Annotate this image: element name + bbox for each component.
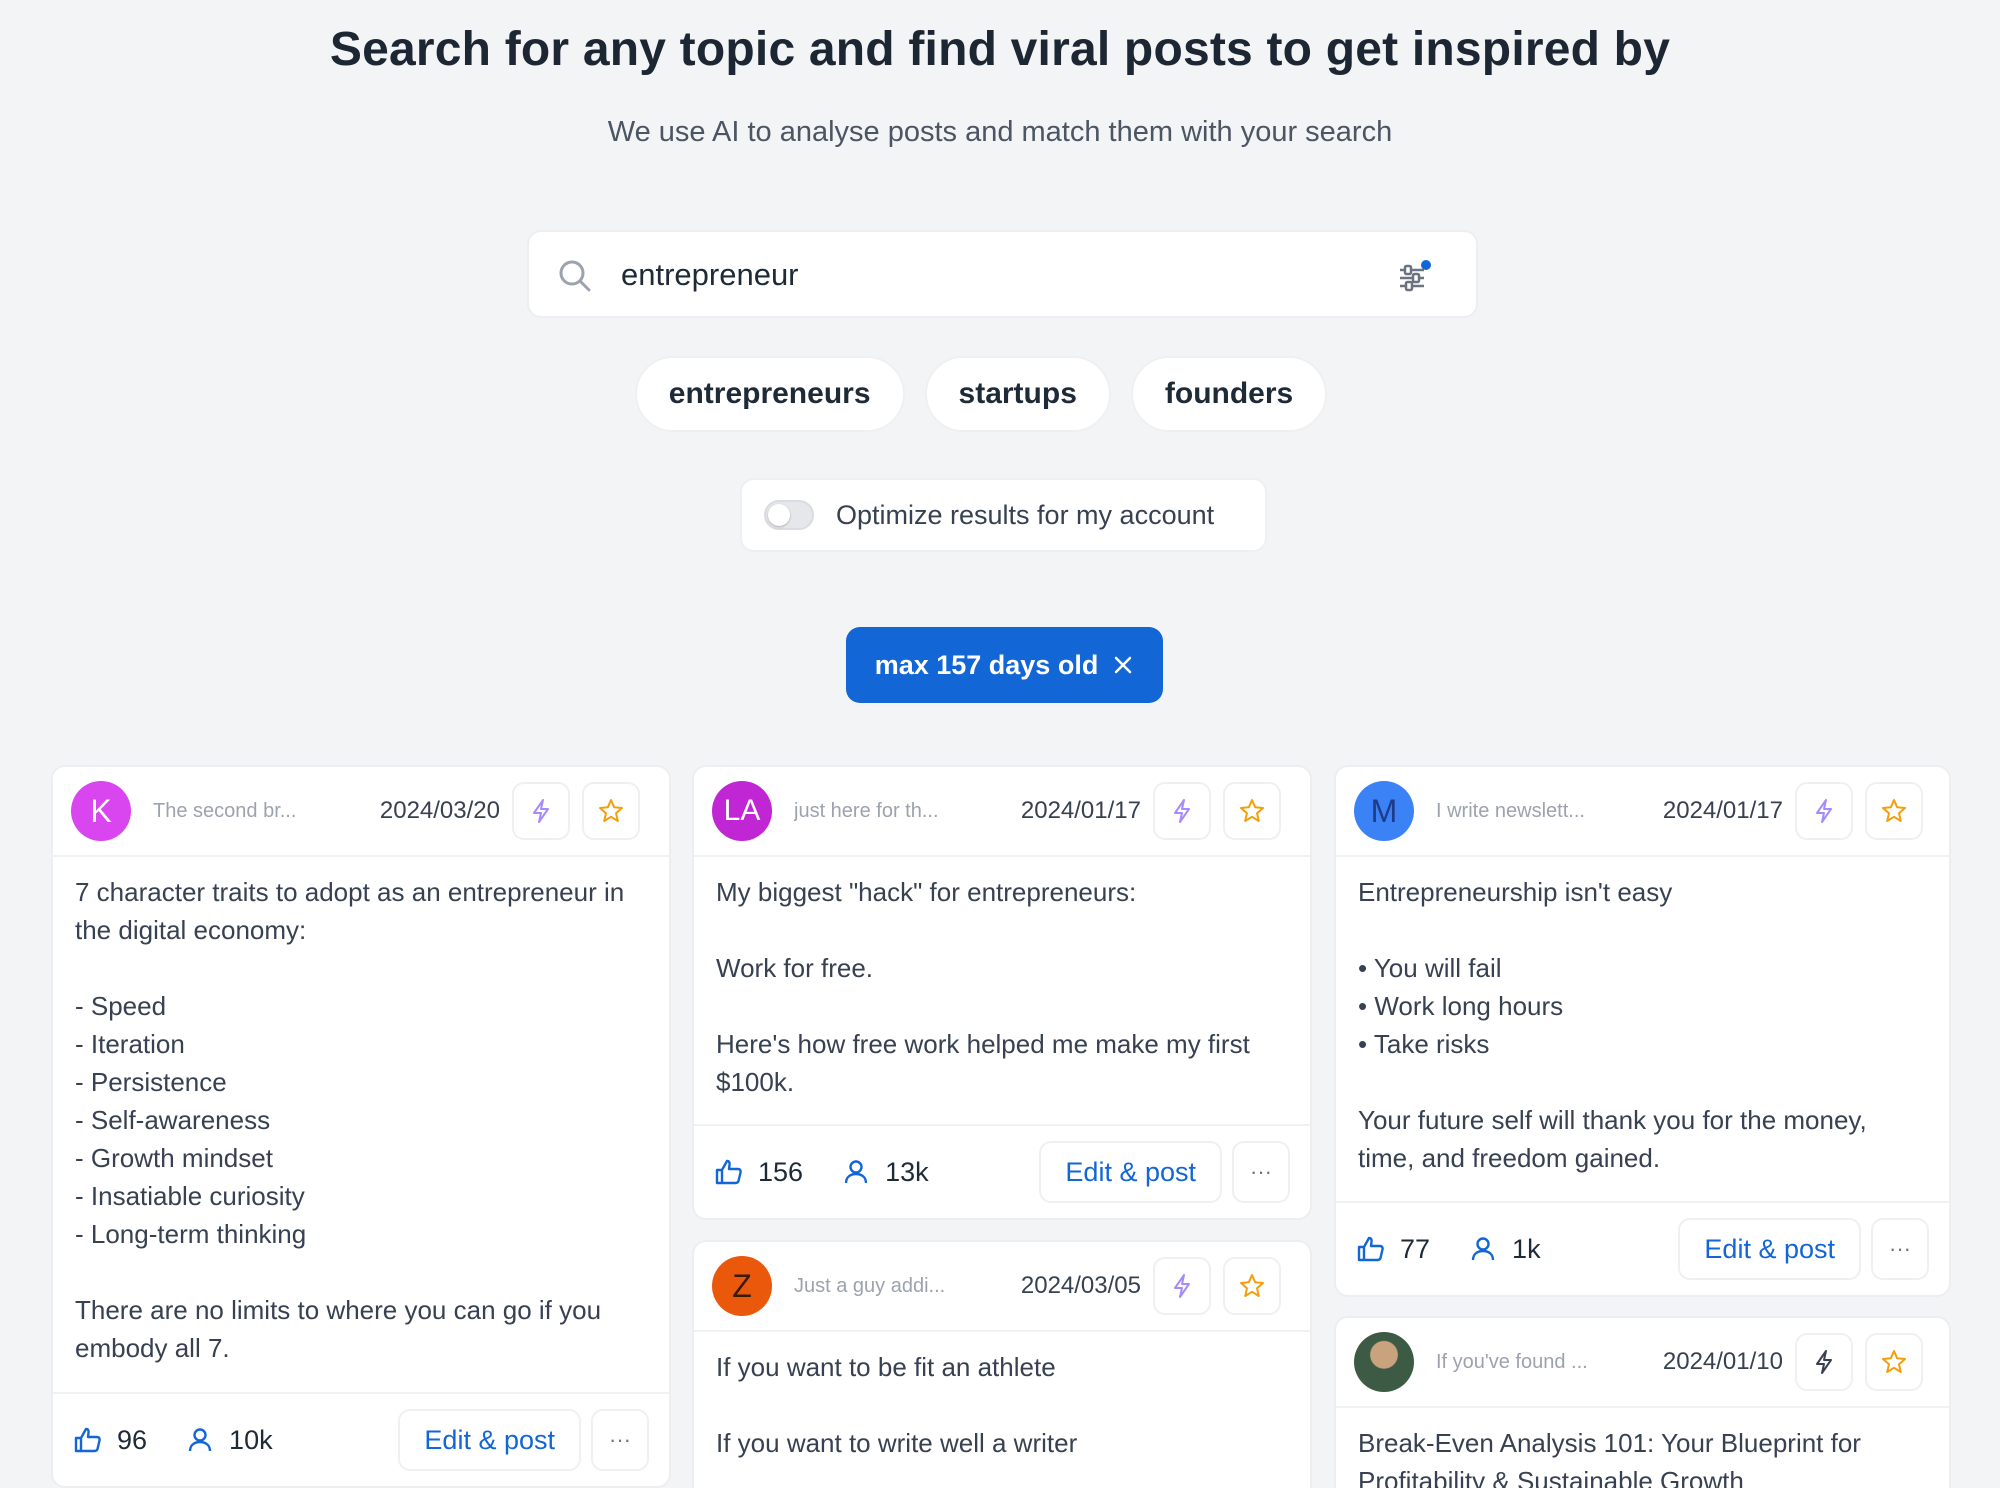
- post-date: 2024/03/05: [1020, 1272, 1141, 1299]
- avatar[interactable]: M: [1354, 781, 1414, 841]
- star-button[interactable]: [582, 782, 640, 840]
- thumbs-up-icon: [1357, 1236, 1384, 1262]
- lightning-icon: [1816, 1350, 1832, 1374]
- suggestion-chip-founders[interactable]: founders: [1130, 356, 1328, 432]
- star-button[interactable]: [1865, 782, 1923, 840]
- more-options-button[interactable]: ···: [1232, 1141, 1290, 1203]
- followers-stat: 10k: [185, 1425, 273, 1456]
- post-card-header: M I write newslett... 2024/01/17: [1336, 767, 1949, 857]
- lightning-icon: [1174, 799, 1190, 823]
- post-date: 2024/03/20: [379, 797, 500, 824]
- post-card-footer: 156 13k Edit & post ···: [694, 1124, 1310, 1218]
- likes-stat: 96: [73, 1425, 147, 1456]
- page-subtitle: We use AI to analyse posts and match the…: [607, 116, 1393, 148]
- lightning-button[interactable]: [1795, 1333, 1853, 1391]
- avatar[interactable]: Z: [712, 1256, 772, 1316]
- author-headline: I write newslett...: [1436, 799, 1585, 822]
- likes-stat: 77: [1356, 1234, 1430, 1265]
- star-icon: [1240, 799, 1264, 822]
- star-icon: [1882, 799, 1906, 822]
- post-text: 7 character traits to adopt as an entrep…: [75, 877, 625, 1363]
- lightning-button[interactable]: [1153, 1257, 1211, 1315]
- lightning-icon: [1816, 799, 1832, 823]
- star-icon: [1882, 1350, 1906, 1373]
- thumbs-up-icon: [715, 1159, 742, 1185]
- star-button[interactable]: [1865, 1333, 1923, 1391]
- user-icon: [188, 1428, 212, 1452]
- avatar-initials: K: [90, 792, 112, 829]
- post-text: Break-Even Analysis 101: Your Blueprint …: [1358, 1428, 1861, 1488]
- avatar[interactable]: LA: [712, 781, 772, 841]
- star-button[interactable]: [1223, 782, 1281, 840]
- edit-and-post-button[interactable]: Edit & post: [398, 1409, 581, 1471]
- user-icon: [1471, 1237, 1495, 1261]
- post-text: Entrepreneurship isn't easy • You will f…: [1358, 877, 1867, 1173]
- thumbs-up-icon: [74, 1427, 101, 1453]
- active-filter-pill[interactable]: max 157 days old: [846, 627, 1163, 703]
- post-card-footer: 96 10k Edit & post ···: [53, 1392, 669, 1486]
- post-card[interactable]: M I write newslett... 2024/01/17 Entrepr…: [1334, 765, 1951, 1297]
- lightning-icon: [533, 799, 549, 823]
- author-headline: The second br...: [153, 799, 297, 822]
- followers-count: 13k: [885, 1156, 929, 1187]
- likes-count: 77: [1400, 1233, 1431, 1264]
- user-icon: [844, 1160, 868, 1184]
- more-options-button[interactable]: ···: [1871, 1218, 1929, 1280]
- lightning-button[interactable]: [512, 782, 570, 840]
- post-card-header: If you've found ... 2024/01/10: [1336, 1318, 1949, 1408]
- post-card[interactable]: Z Just a guy addi... 2024/03/05 If you w…: [692, 1240, 1312, 1488]
- likes-count: 96: [117, 1424, 148, 1455]
- author-headline: Just a guy addi...: [794, 1274, 946, 1297]
- avatar[interactable]: [1354, 1332, 1414, 1392]
- lightning-button[interactable]: [1153, 782, 1211, 840]
- post-card-header: K The second br... 2024/03/20: [53, 767, 669, 857]
- post-card[interactable]: K The second br... 2024/03/20 7 characte…: [51, 765, 671, 1488]
- avatar-initials: Z: [732, 1267, 752, 1304]
- post-card[interactable]: If you've found ... 2024/01/10 Break-Eve…: [1334, 1316, 1951, 1488]
- post-date: 2024/01/17: [1020, 797, 1141, 824]
- optimize-toggle-row: Optimize results for my account: [740, 478, 1267, 552]
- post-date: 2024/01/17: [1662, 797, 1783, 824]
- search-bar: [527, 230, 1478, 318]
- suggestion-chip-entrepreneurs[interactable]: entrepreneurs: [634, 356, 905, 432]
- post-card-footer: 77 1k Edit & post ···: [1336, 1201, 1949, 1295]
- author-headline: If you've found ...: [1436, 1350, 1588, 1373]
- optimize-toggle[interactable]: [764, 500, 814, 530]
- filter-settings-icon[interactable]: [1396, 260, 1432, 294]
- star-icon: [1240, 1274, 1264, 1297]
- active-filter-label: max 157 days old: [874, 649, 1099, 680]
- post-card-header: Z Just a guy addi... 2024/03/05: [694, 1242, 1310, 1332]
- avatar[interactable]: K: [71, 781, 131, 841]
- more-options-button[interactable]: ···: [591, 1409, 649, 1471]
- close-icon[interactable]: [1112, 654, 1134, 676]
- edit-and-post-button[interactable]: Edit & post: [1039, 1141, 1222, 1203]
- followers-stat: 13k: [841, 1157, 929, 1188]
- post-card-header: LA just here for th... 2024/01/17: [694, 767, 1310, 857]
- avatar-initials: M: [1370, 792, 1398, 829]
- search-input[interactable]: [621, 250, 1381, 300]
- search-icon: [559, 260, 591, 292]
- post-text: My biggest "hack" for entrepreneurs: Wor…: [716, 877, 1250, 1097]
- post-date: 2024/01/10: [1662, 1348, 1783, 1375]
- followers-count: 10k: [229, 1424, 273, 1455]
- lightning-button[interactable]: [1795, 782, 1853, 840]
- star-icon: [599, 799, 623, 822]
- optimize-label: Optimize results for my account: [836, 499, 1215, 530]
- followers-stat: 1k: [1468, 1234, 1541, 1265]
- edit-and-post-button[interactable]: Edit & post: [1678, 1218, 1861, 1280]
- followers-count: 1k: [1512, 1233, 1541, 1264]
- suggestion-chips: entrepreneurs startups founders: [0, 356, 2000, 432]
- likes-stat: 156: [714, 1157, 803, 1188]
- post-card[interactable]: LA just here for th... 2024/01/17 My big…: [692, 765, 1312, 1220]
- likes-count: 156: [758, 1156, 804, 1187]
- avatar-initials: LA: [723, 794, 761, 827]
- page-title: Search for any topic and find viral post…: [329, 23, 1671, 76]
- star-button[interactable]: [1223, 1257, 1281, 1315]
- suggestion-chip-startups[interactable]: startups: [924, 356, 1111, 432]
- lightning-icon: [1174, 1274, 1190, 1298]
- author-headline: just here for th...: [794, 799, 939, 822]
- post-text: If you want to be fit an athlete If you …: [716, 1352, 1078, 1458]
